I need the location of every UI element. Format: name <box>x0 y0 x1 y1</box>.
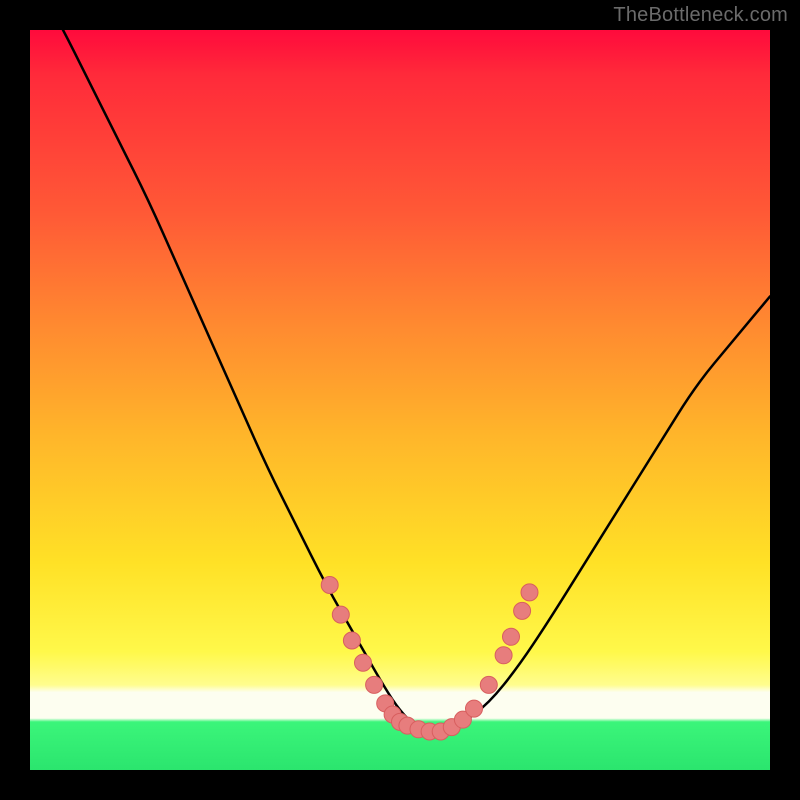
curve-marker <box>514 602 531 619</box>
frame-border-bottom <box>0 770 800 800</box>
plot-area <box>30 30 770 770</box>
frame-border-right <box>770 0 800 800</box>
curve-marker <box>332 606 349 623</box>
curve-markers <box>321 577 538 741</box>
curve-marker <box>503 628 520 645</box>
curve-marker <box>366 676 383 693</box>
curve-marker <box>521 584 538 601</box>
curve-marker <box>480 676 497 693</box>
chart-frame: TheBottleneck.com <box>0 0 800 800</box>
curve-marker <box>355 654 372 671</box>
bottleneck-curve-svg <box>30 30 770 770</box>
curve-marker <box>343 632 360 649</box>
curve-marker <box>466 700 483 717</box>
curve-marker <box>495 647 512 664</box>
frame-border-left <box>0 0 30 800</box>
watermark-text: TheBottleneck.com <box>613 4 788 27</box>
bottleneck-curve <box>30 30 770 731</box>
curve-marker <box>321 577 338 594</box>
